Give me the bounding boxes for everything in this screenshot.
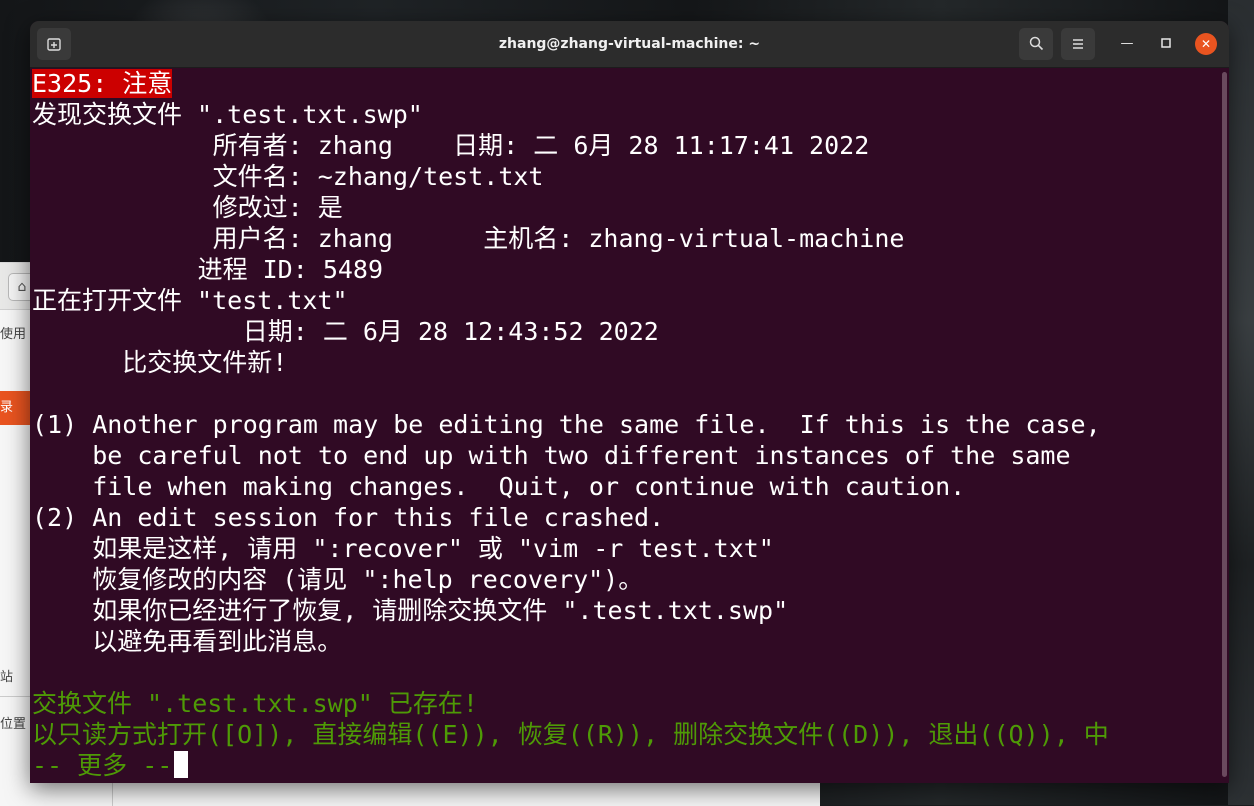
swap-options-prompt: 以只读方式打开([O]), 直接编辑((E)), 恢复((R)), 删除交换文件…: [32, 719, 1109, 750]
swap-exists-message: 交换文件 ".test.txt.swp" 已存在!: [32, 688, 478, 719]
terminal-line: 文件名: ~zhang/test.txt: [32, 161, 544, 192]
minimize-icon[interactable]: —: [1116, 33, 1138, 55]
warning-badge: E325: 注意: [32, 69, 172, 98]
terminal-line: be careful not to end up with two differ…: [32, 440, 1071, 471]
more-prompt: -- 更多 --: [32, 751, 172, 780]
more-prompt-line: -- 更多 --: [32, 750, 188, 781]
terminal-line: 恢复修改的内容 (请见 ":help recovery")。: [32, 564, 643, 595]
terminal-line: 如果你已经进行了恢复, 请删除交换文件 ".test.txt.swp": [32, 595, 788, 626]
warning-line: E325: 注意: [32, 68, 172, 99]
terminal-line: (1) Another program may be editing the s…: [32, 409, 1101, 440]
sidebar-divider: [0, 696, 30, 697]
scrollbar-thumb[interactable]: [1222, 72, 1227, 777]
sidebar-item-active[interactable]: 录: [0, 391, 30, 425]
maximize-icon[interactable]: [1155, 33, 1177, 55]
terminal-titlebar[interactable]: zhang@zhang-virtual-machine: ~ —: [30, 21, 1229, 68]
desktop-wallpaper-edge: [1228, 0, 1254, 805]
close-icon[interactable]: ✕: [1195, 33, 1217, 55]
terminal-line: 以避免再看到此消息。: [32, 626, 342, 657]
terminal-scrollbar[interactable]: [1220, 68, 1229, 783]
terminal-line: 修改过: 是: [32, 192, 343, 223]
sidebar-item[interactable]: 使用: [0, 323, 26, 342]
sidebar-item[interactable]: 位置: [0, 713, 26, 732]
terminal-line: 所有者: zhang 日期: 二 6月 28 11:17:41 2022: [32, 130, 869, 161]
sidebar-item[interactable]: 站: [0, 666, 13, 685]
terminal-line: 日期: 二 6月 28 12:43:52 2022: [32, 316, 659, 347]
hamburger-menu-icon[interactable]: [1061, 28, 1095, 60]
terminal-line: 用户名: zhang 主机名: zhang-virtual-machine: [32, 223, 904, 254]
terminal-line: 进程 ID: 5489: [32, 254, 383, 285]
terminal-window[interactable]: zhang@zhang-virtual-machine: ~ —: [30, 21, 1229, 783]
terminal-screen[interactable]: E325: 注意 发现交换文件 ".test.txt.swp" 所有者: zha…: [30, 68, 1220, 783]
terminal-line: 正在打开文件 "test.txt": [32, 285, 348, 316]
search-icon[interactable]: [1019, 28, 1053, 60]
text-cursor: [174, 751, 188, 778]
terminal-line: (2) An edit session for this file crashe…: [32, 502, 664, 533]
terminal-line: 比交换文件新!: [32, 347, 287, 378]
panel-divider: [112, 783, 113, 806]
terminal-line: file when making changes. Quit, or conti…: [32, 471, 965, 502]
new-tab-icon[interactable]: [37, 28, 71, 60]
terminal-line: 发现交换文件 ".test.txt.swp": [32, 99, 423, 130]
terminal-line: 如果是这样, 请用 ":recover" 或 "vim -r test.txt": [32, 533, 774, 564]
